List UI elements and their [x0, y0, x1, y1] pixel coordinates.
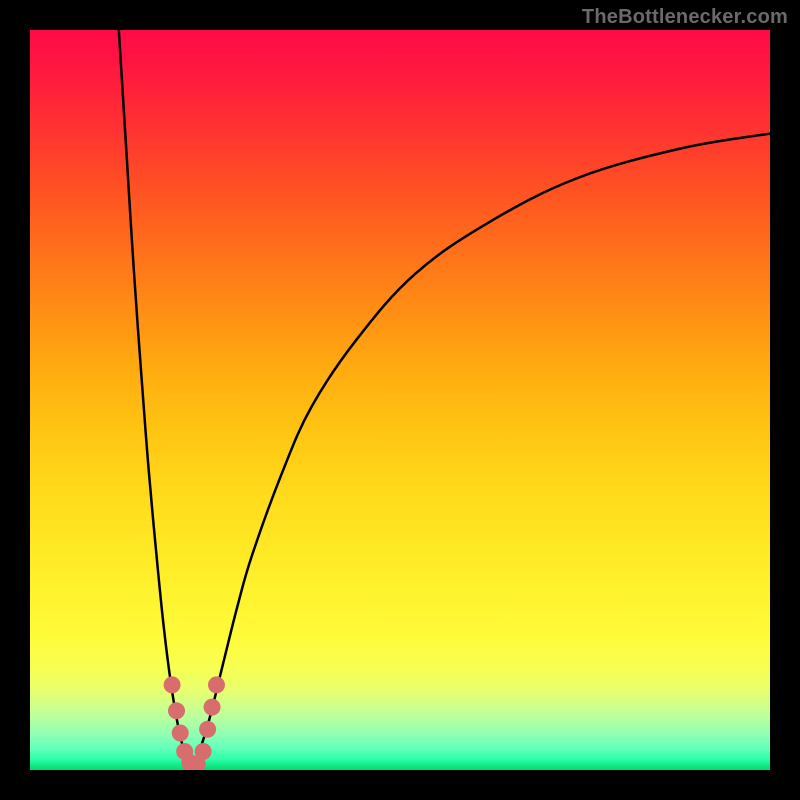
right-curve: [193, 134, 770, 770]
plot-area: [30, 30, 770, 770]
left-curve: [119, 30, 193, 770]
chart-frame: { "watermark": "TheBottlenecker.com", "c…: [0, 0, 800, 800]
marker-group: [164, 676, 225, 770]
watermark-text: TheBottlenecker.com: [582, 6, 788, 29]
marker-dot: [195, 743, 212, 760]
marker-dot: [199, 721, 216, 738]
marker-dot: [164, 676, 181, 693]
marker-dot: [208, 676, 225, 693]
marker-dot: [168, 702, 185, 719]
marker-dot: [172, 725, 189, 742]
curves-svg: [30, 30, 770, 770]
marker-dot: [204, 699, 221, 716]
